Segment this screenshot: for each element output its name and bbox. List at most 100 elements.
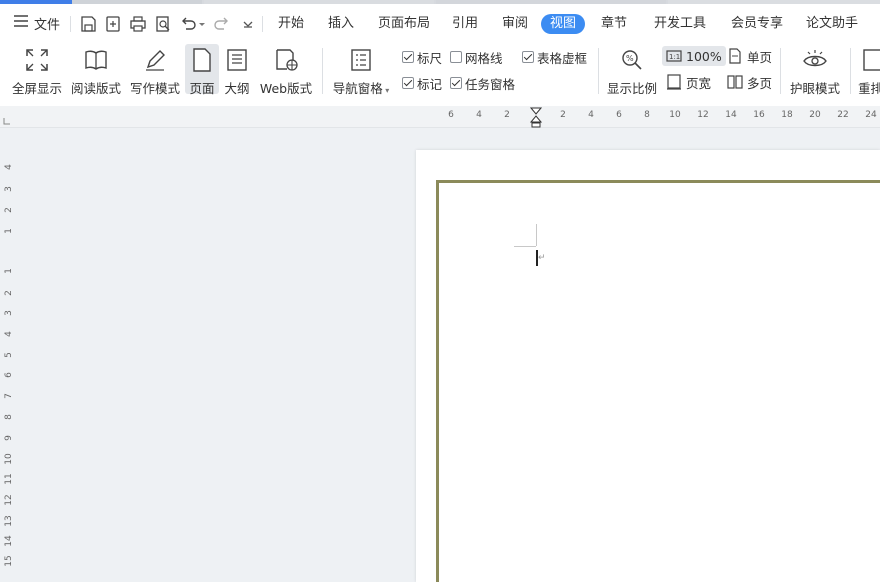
customize-toolbar-icon[interactable]	[239, 15, 257, 33]
ruler-tick-label: 2	[560, 110, 566, 120]
ruler-tick-label: 24	[865, 110, 877, 120]
ruler-tick-label: 2	[4, 290, 14, 296]
ruler-checkbox[interactable]: 标尺	[402, 48, 442, 66]
ruler-tick-label: 3	[4, 186, 14, 192]
web-label: Web版式	[259, 81, 313, 96]
page-border	[436, 180, 880, 582]
book-icon	[83, 47, 109, 73]
ruler-tick-label: 10	[669, 110, 681, 120]
fullscreen-button[interactable]: 全屏显示	[10, 44, 64, 96]
tab-thesis-assistant[interactable]: 论文助手	[804, 14, 860, 34]
undo-icon[interactable]	[179, 15, 197, 33]
undo-dropdown-icon[interactable]	[198, 15, 206, 33]
eye-care-button[interactable]: 护眼模式	[788, 44, 842, 96]
fullscreen-icon	[24, 47, 50, 73]
ruler-tick-label: 1	[4, 268, 14, 274]
ruler-tick-label: 1	[4, 228, 14, 234]
ruler-tick-label: 16	[753, 110, 765, 120]
page-width-icon	[667, 74, 681, 90]
tab-stop-icon[interactable]	[3, 117, 11, 125]
print-preview-icon[interactable]	[154, 15, 172, 33]
ruler-tick-label: 4	[588, 110, 594, 120]
gridlines-check-box	[450, 51, 462, 63]
ruler-tick-label: 2	[4, 207, 14, 213]
divider	[850, 48, 851, 94]
tab-chapter[interactable]: 章节	[599, 14, 629, 34]
ruler-tick-label: 5	[4, 352, 14, 358]
ruler-tick-label: 4	[476, 110, 482, 120]
tab-insert[interactable]: 插入	[326, 14, 356, 34]
rearrange-icon	[862, 47, 880, 73]
multi-page-button[interactable]: 多页	[727, 72, 772, 92]
web-layout-button[interactable]: Web版式	[258, 44, 314, 96]
reading-label: 阅读版式	[70, 81, 121, 96]
svg-text:%: %	[626, 54, 634, 63]
taskpane-label: 任务窗格	[465, 76, 516, 92]
reading-layout-button[interactable]: 阅读版式	[70, 44, 122, 96]
crop-mark	[536, 224, 537, 246]
eye-icon	[802, 47, 828, 73]
gridlines-checkbox[interactable]: 网格线	[450, 48, 503, 66]
horizontal-ruler[interactable]: 6 4 2 2 4 6 8 10 12 14 16 18 20 22 24	[0, 106, 880, 128]
zoom-100-button[interactable]: 1:1 100%	[662, 46, 726, 66]
ruler-tick-label: 14	[4, 535, 14, 547]
table-gridlines-check-box	[522, 51, 534, 63]
nav-pane-label: 导航窗格 ▾	[332, 81, 390, 96]
divider	[780, 48, 781, 94]
markup-checkbox[interactable]: 标记	[402, 74, 442, 92]
taskpane-checkbox[interactable]: 任务窗格	[450, 74, 515, 92]
divider	[598, 48, 599, 94]
table-gridlines-checkbox[interactable]: 表格虚框	[522, 48, 587, 66]
rearrange-button[interactable]: 重排	[858, 44, 880, 94]
multi-page-label: 多页	[747, 75, 773, 91]
ruler-tick-label: 6	[448, 110, 454, 120]
ruler-tick-label: 2	[504, 110, 510, 120]
tab-page-layout[interactable]: 页面布局	[376, 14, 432, 34]
print-icon[interactable]	[129, 15, 147, 33]
ruler-tick-label: 18	[781, 110, 793, 120]
ruler-tick-label: 8	[644, 110, 650, 120]
ruler-label: 标尺	[417, 50, 443, 66]
writing-mode-button[interactable]: 写作模式	[129, 44, 181, 96]
ruler-tick-label: 8	[4, 414, 14, 420]
divider	[322, 48, 323, 94]
ruler-tick-label: 15	[4, 555, 14, 567]
tab-member[interactable]: 会员专享	[729, 14, 785, 34]
ruler-tick-label: 11	[4, 473, 14, 485]
single-page-label: 单页	[747, 49, 773, 65]
hamburger-icon	[14, 15, 28, 31]
page-label: 页面	[189, 81, 215, 96]
ruler-tick-label: 9	[4, 435, 14, 441]
outline-button[interactable]: 大纲	[222, 44, 252, 96]
ruler-tick-label: 4	[4, 164, 14, 170]
zoom-icon: %	[619, 47, 645, 73]
zoom-button[interactable]: % 显示比例	[606, 44, 658, 96]
save-icon[interactable]	[79, 15, 97, 33]
ruler-tick-label: 3	[4, 310, 14, 316]
file-menu[interactable]: 文件	[14, 4, 60, 42]
ruler-tick-label: 6	[616, 110, 622, 120]
writing-label: 写作模式	[129, 81, 180, 96]
redo-icon[interactable]	[213, 15, 231, 33]
svg-text:1:1: 1:1	[669, 53, 680, 61]
tab-developer[interactable]: 开发工具	[652, 14, 708, 34]
ribbon-view: 全屏显示 阅读版式 写作模式 页面 大纲 Web版式 导航窗格 ▾ 标尺 网格线…	[0, 42, 880, 106]
export-pdf-icon[interactable]	[104, 15, 122, 33]
vertical-ruler[interactable]: 4 3 2 1 1 2 3 4 5 6 7 8 9 10 11 12 13 14 15	[0, 128, 18, 582]
table-gridlines-label: 表格虚框	[537, 50, 588, 66]
zoom-100-label: 100%	[686, 48, 722, 64]
markup-label: 标记	[417, 76, 443, 92]
nav-pane-button[interactable]: 导航窗格 ▾	[331, 44, 391, 96]
rearrange-label: 重排	[858, 81, 880, 94]
indent-marker-icon[interactable]	[530, 107, 542, 129]
ruler-tick-label: 20	[809, 110, 821, 120]
single-page-button[interactable]: 单页	[727, 46, 772, 66]
tab-references[interactable]: 引用	[450, 14, 480, 34]
tab-start[interactable]: 开始	[276, 14, 306, 34]
page-view-button[interactable]: 页面	[185, 44, 219, 96]
zoom-label: 显示比例	[606, 81, 657, 96]
tab-review[interactable]: 审阅	[500, 14, 530, 34]
ruler-tick-label: 4	[4, 331, 14, 337]
tab-view[interactable]: 视图	[541, 14, 586, 34]
page-width-button[interactable]: 页宽	[666, 72, 711, 92]
